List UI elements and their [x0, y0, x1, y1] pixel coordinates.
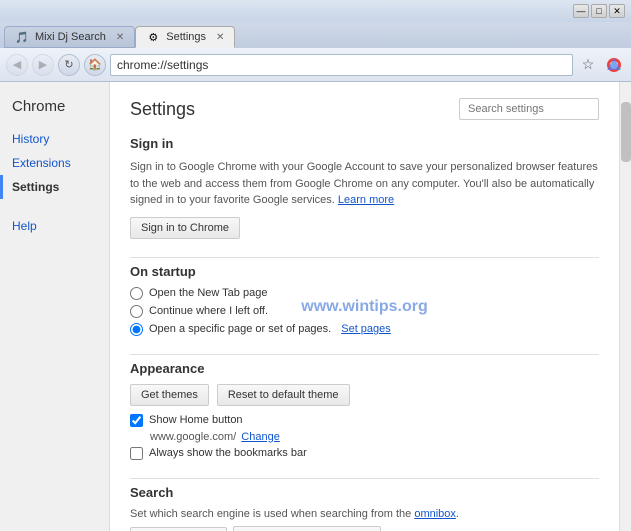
startup-option-2[interactable]: Open a specific page or set of pages. Se…: [130, 323, 599, 336]
startup-radio-0[interactable]: [130, 287, 143, 300]
set-pages-link[interactable]: Set pages: [341, 323, 391, 335]
address-text: chrome://settings: [117, 58, 208, 72]
sidebar: Chrome History Extensions Settings Help: [0, 82, 110, 531]
omnibox-link: omnibox: [414, 508, 456, 520]
search-engine-row: MixiDJ Search ▼ Manage search engines...…: [130, 526, 599, 531]
startup-option-0[interactable]: Open the New Tab page: [130, 287, 599, 300]
tab-mixi-dj-close-icon[interactable]: ✕: [116, 32, 124, 43]
search-settings-input[interactable]: [459, 98, 599, 120]
window-controls: — □ ✕: [573, 4, 625, 18]
maximize-button[interactable]: □: [591, 4, 607, 18]
settings-favicon-icon: ⚙: [146, 30, 160, 44]
sidebar-item-history[interactable]: History: [0, 127, 109, 151]
tab-bar: 🎵 Mixi Dj Search ✕ ⚙ Settings ✕: [0, 22, 631, 48]
close-button[interactable]: ✕: [609, 4, 625, 18]
forward-button[interactable]: ▶: [32, 54, 54, 76]
learn-more-link: Learn more: [338, 194, 394, 206]
bookmarks-bar-checkbox[interactable]: Always show the bookmarks bar: [130, 447, 599, 460]
appearance-section: Appearance Get themes Reset to default t…: [130, 361, 599, 460]
signin-title: Sign in: [130, 136, 599, 151]
search-section: Search Set which search engine is used w…: [130, 485, 599, 531]
minimize-button[interactable]: —: [573, 4, 589, 18]
signin-button[interactable]: Sign in to Chrome: [130, 217, 240, 239]
settings-content: Settings www.wintips.org Sign in Sign in…: [110, 82, 619, 531]
reset-theme-button[interactable]: Reset to default theme: [217, 384, 350, 406]
title-bar: — □ ✕: [0, 0, 631, 22]
sidebar-title: Chrome: [0, 98, 109, 127]
signin-description: Sign in to Google Chrome with your Googl…: [130, 159, 599, 209]
search-description: Set which search engine is used when sea…: [130, 508, 599, 520]
manage-search-engines-button[interactable]: Manage search engines...: [233, 526, 382, 531]
red-arrow-icon: ←: [391, 526, 411, 531]
search-title: Search: [130, 485, 599, 500]
tab-mixi-dj-label: Mixi Dj Search: [35, 31, 106, 43]
search-engine-select[interactable]: MixiDJ Search ▼: [130, 527, 227, 531]
appearance-title: Appearance: [130, 361, 599, 376]
main-area: Chrome History Extensions Settings Help …: [0, 82, 631, 531]
show-home-checkbox[interactable]: Show Home button: [130, 414, 599, 427]
theme-buttons-row: Get themes Reset to default theme: [130, 384, 599, 406]
show-home-input[interactable]: [130, 414, 143, 427]
on-startup-section: On startup Open the New Tab page Continu…: [130, 264, 599, 336]
home-button[interactable]: 🏠: [84, 54, 106, 76]
address-bar[interactable]: chrome://settings: [110, 54, 573, 76]
settings-header: Settings: [130, 98, 599, 120]
scrollbar-thumb[interactable]: [621, 102, 631, 162]
startup-options: Open the New Tab page Continue where I l…: [130, 287, 599, 336]
home-url-row: www.google.com/ Change: [150, 431, 599, 443]
tab-settings-close-icon[interactable]: ✕: [216, 32, 224, 43]
page-title: Settings: [130, 99, 195, 120]
star-icon[interactable]: ☆: [577, 54, 599, 76]
tab-settings-label: Settings: [166, 31, 206, 43]
startup-option-1[interactable]: Continue where I left off.: [130, 305, 599, 318]
sidebar-item-settings[interactable]: Settings: [0, 175, 109, 199]
tab-settings[interactable]: ⚙ Settings ✕: [135, 26, 235, 48]
change-home-link[interactable]: Change: [241, 431, 280, 443]
tab-mixi-dj[interactable]: 🎵 Mixi Dj Search ✕: [4, 26, 135, 48]
mixi-dj-favicon-icon: 🎵: [15, 30, 29, 44]
reload-button[interactable]: ↻: [58, 54, 80, 76]
nav-bar: ◀ ▶ ↻ 🏠 chrome://settings ☆: [0, 48, 631, 82]
on-startup-title: On startup: [130, 264, 599, 279]
back-button[interactable]: ◀: [6, 54, 28, 76]
startup-radio-2[interactable]: [130, 323, 143, 336]
sidebar-item-help[interactable]: Help: [0, 214, 109, 238]
browser-frame: — □ ✕ 🎵 Mixi Dj Search ✕ ⚙ Settings ✕ ◀ …: [0, 0, 631, 531]
bookmarks-bar-input[interactable]: [130, 447, 143, 460]
chrome-menu-icon[interactable]: [603, 54, 625, 76]
startup-radio-1[interactable]: [130, 305, 143, 318]
get-themes-button[interactable]: Get themes: [130, 384, 209, 406]
scrollbar[interactable]: [619, 82, 631, 531]
signin-section: Sign in Sign in to Google Chrome with yo…: [130, 136, 599, 239]
sidebar-item-extensions[interactable]: Extensions: [0, 151, 109, 175]
